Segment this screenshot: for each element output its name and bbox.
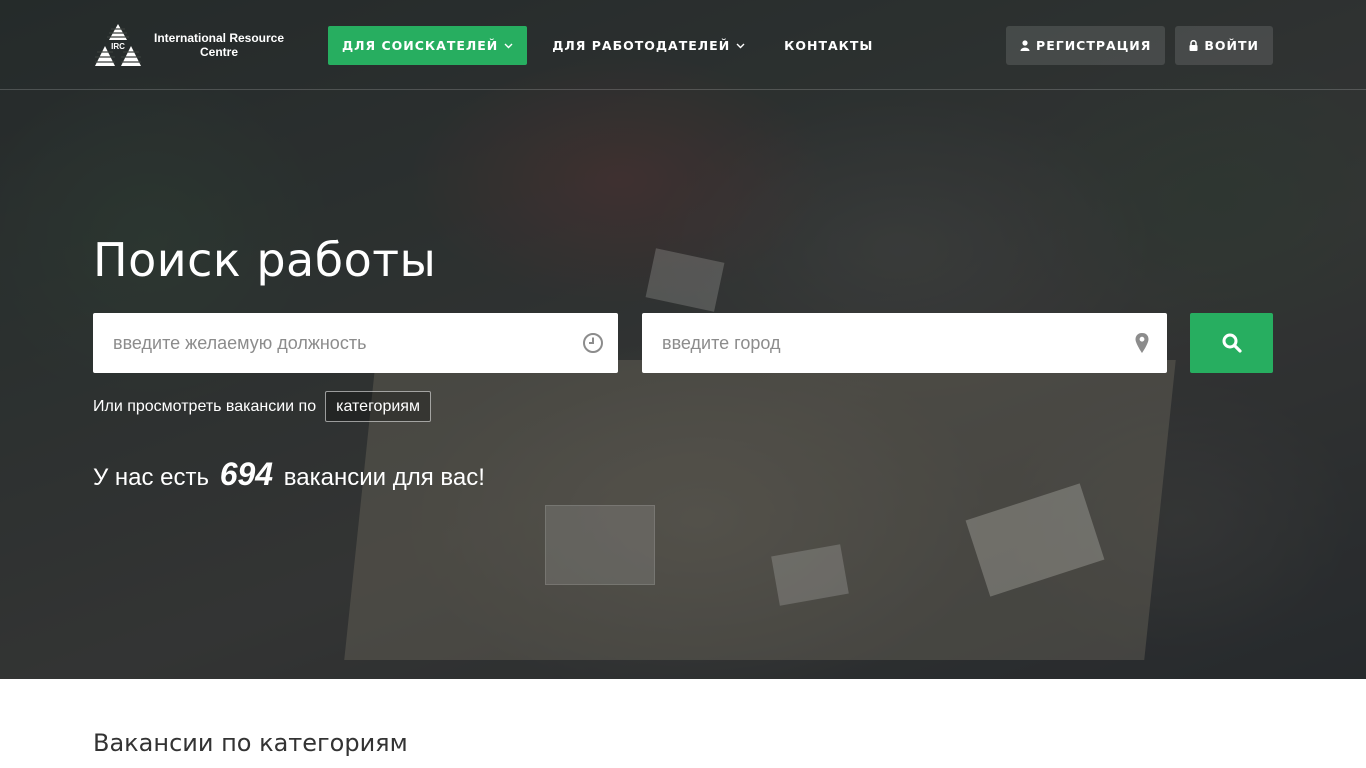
page-title: Поиск работы xyxy=(93,233,437,287)
position-field xyxy=(93,313,618,373)
logo-name-line1: International Resource xyxy=(153,31,285,45)
search-icon xyxy=(1222,333,1242,353)
main-nav: ДЛЯ СОИСКАТЕЛЕЙ ДЛЯ РАБОТОДАТЕЛЕЙ КОНТАК… xyxy=(328,26,887,65)
logo-name-line2: Centre xyxy=(199,45,238,59)
chevron-down-icon xyxy=(736,43,745,48)
register-label: РЕГИСТРАЦИЯ xyxy=(1036,38,1152,53)
browse-text: Или просмотреть вакансии по xyxy=(93,397,317,415)
logo-mark-text: IRC xyxy=(111,42,125,51)
nav-item-employers[interactable]: ДЛЯ РАБОТОДАТЕЛЕЙ xyxy=(538,26,759,65)
user-icon xyxy=(1020,40,1030,51)
register-button[interactable]: РЕГИСТРАЦИЯ xyxy=(1006,26,1166,65)
auth-buttons: РЕГИСТРАЦИЯ ВОЙТИ xyxy=(1006,26,1273,65)
search-button[interactable] xyxy=(1190,313,1273,373)
position-input[interactable] xyxy=(93,313,618,373)
map-pin-icon xyxy=(1131,332,1153,354)
logo-mark-icon: IRC xyxy=(95,24,141,66)
site-header: IRC International Resource Centre ДЛЯ СО… xyxy=(0,0,1366,90)
categories-section-title: Вакансии по категориям xyxy=(93,729,408,757)
nav-item-job-seekers[interactable]: ДЛЯ СОИСКАТЕЛЕЙ xyxy=(328,26,528,65)
city-input[interactable] xyxy=(642,313,1167,373)
nav-item-label: КОНТАКТЫ xyxy=(784,38,874,53)
chevron-down-icon xyxy=(504,43,513,48)
hero-content: Поиск работы Или просмотреть вакансии по… xyxy=(93,230,1273,492)
categories-button[interactable]: категориям xyxy=(325,391,431,422)
logo[interactable]: IRC International Resource Centre xyxy=(93,22,303,68)
count-prefix: У нас есть xyxy=(93,464,210,491)
background-photo-laptop xyxy=(545,505,655,585)
search-form xyxy=(93,313,1273,373)
clock-icon xyxy=(582,332,604,354)
vacancy-count: У нас есть 694 вакансии для вас! xyxy=(93,456,485,493)
lock-icon xyxy=(1189,40,1198,51)
count-number: 694 xyxy=(219,456,274,492)
login-label: ВОЙТИ xyxy=(1204,38,1259,53)
logo-text: International Resource Centre xyxy=(144,31,294,59)
login-button[interactable]: ВОЙТИ xyxy=(1175,26,1273,65)
browse-categories: Или просмотреть вакансии по категориям xyxy=(93,391,431,422)
count-suffix: вакансии для вас! xyxy=(283,464,485,491)
city-field xyxy=(642,313,1167,373)
nav-item-label: ДЛЯ РАБОТОДАТЕЛЕЙ xyxy=(552,38,731,53)
nav-item-label: ДЛЯ СОИСКАТЕЛЕЙ xyxy=(342,38,499,53)
nav-item-contacts[interactable]: КОНТАКТЫ xyxy=(770,26,887,65)
